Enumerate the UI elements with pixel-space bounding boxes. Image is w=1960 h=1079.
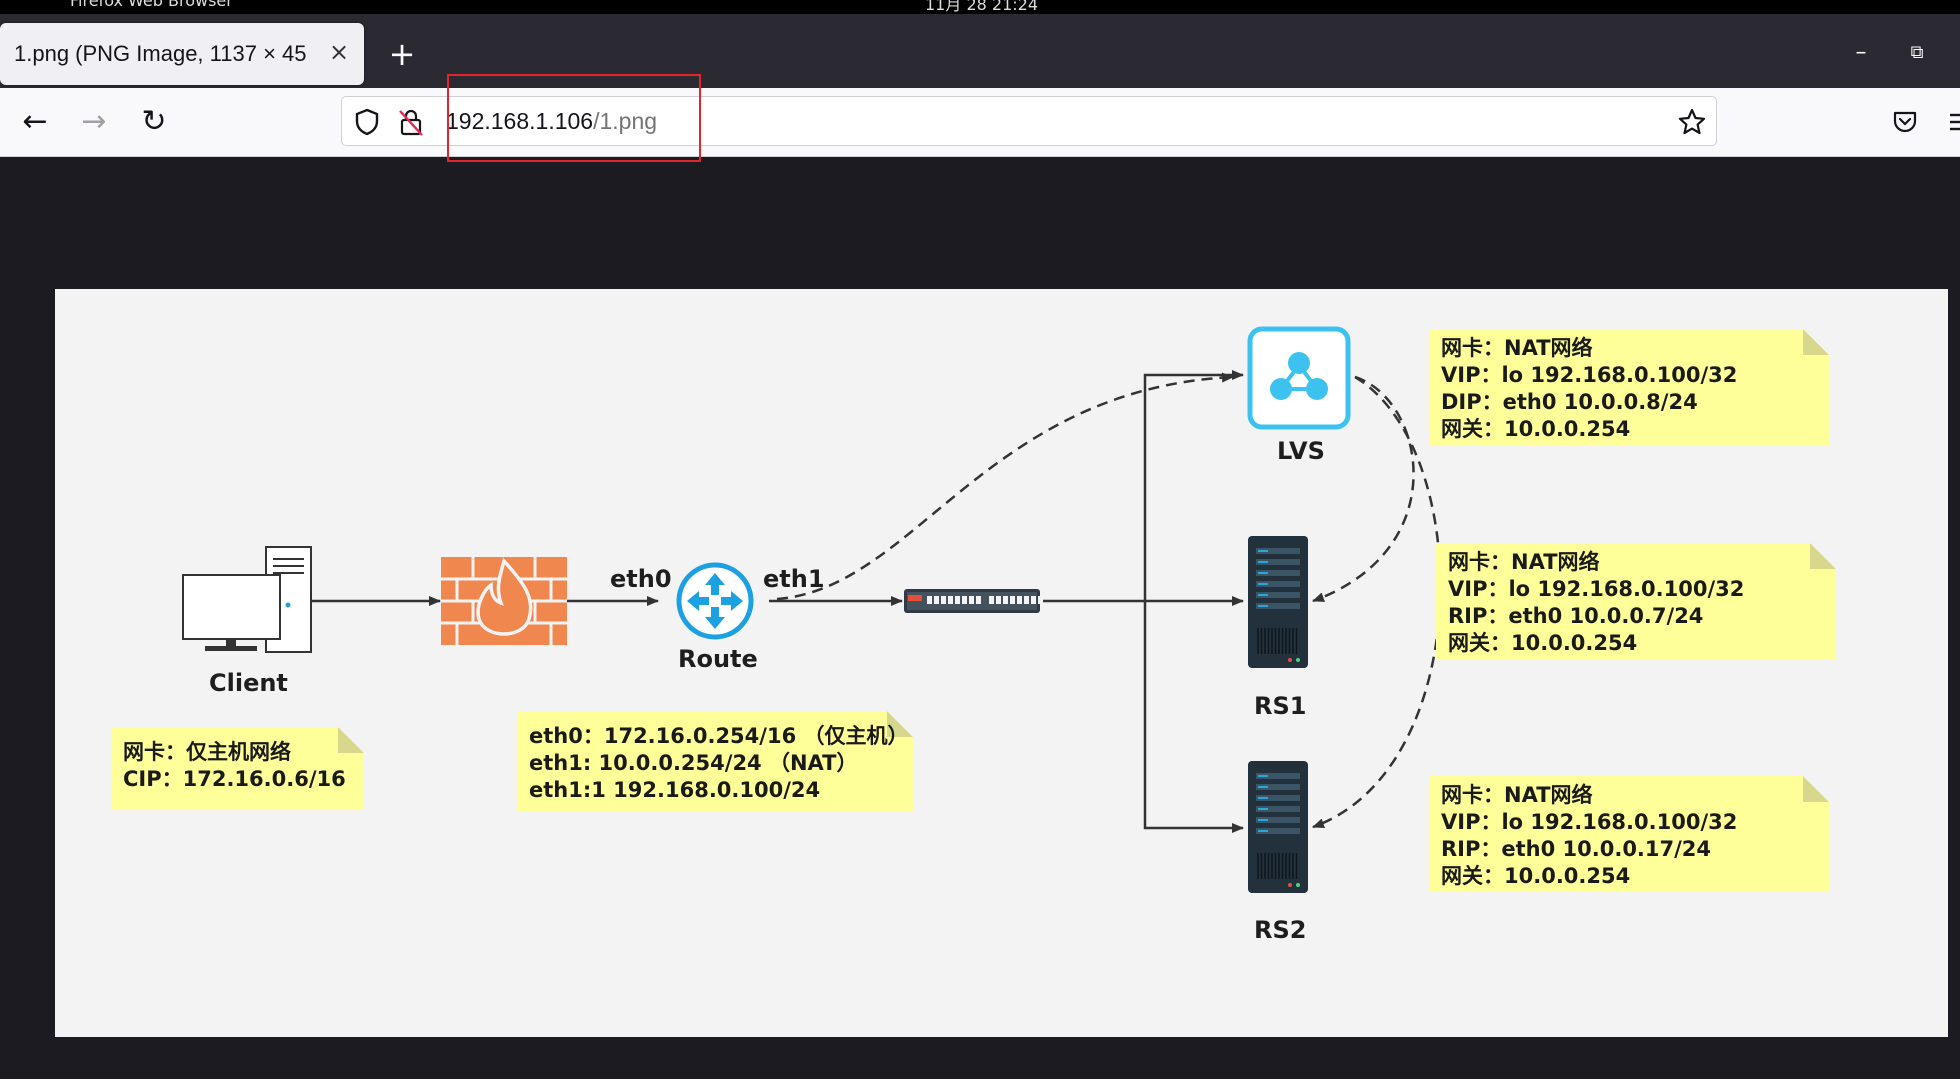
tab-title: 1.png (PNG Image, 1137 × 45 [14, 41, 307, 66]
insecure-lock-icon[interactable] [398, 107, 424, 137]
minimize-button[interactable]: – [1846, 40, 1876, 66]
tab-close-icon[interactable]: × [326, 37, 352, 67]
rs2-server-icon [1248, 761, 1308, 893]
client-note-line-2: CIP：172.16.0.6/16 [123, 767, 346, 791]
route-label: Route [678, 645, 758, 673]
lvs-note-line-2: VIP：lo 192.168.0.100/32 [1441, 363, 1738, 387]
lvs-icon [1247, 326, 1351, 430]
server-drive-led [1258, 830, 1268, 832]
rs1-server-icon [1248, 536, 1308, 668]
router-icon [676, 562, 754, 640]
switch-port [941, 596, 946, 604]
switch-port [1017, 596, 1022, 604]
rs2-note-line-2: VIP：lo 192.168.0.100/32 [1441, 810, 1738, 834]
rs2-note-line-1: 网卡：NAT网络 [1441, 783, 1593, 807]
route-note-line-1: eth0：172.16.0.254/16 （仅主机） [529, 724, 909, 748]
lvs-note-line-4: 网关：10.0.0.254 [1441, 417, 1631, 441]
eth0-label: eth0 [610, 565, 672, 593]
rs1-label: RS1 [1254, 692, 1307, 720]
switch-port [934, 596, 939, 604]
switch-port [1038, 596, 1043, 604]
server-drive-led [1258, 775, 1268, 777]
server-drive-led [1258, 550, 1268, 552]
switch-port [1010, 596, 1015, 604]
firewall-icon [441, 557, 567, 645]
switch-port [969, 596, 974, 604]
switch-port [927, 596, 932, 604]
server-drive-led [1258, 572, 1268, 574]
restore-button[interactable]: ⧉ [1902, 40, 1932, 66]
network-diagram: Client Route eth0 eth1 LVS RS1 RS2 网卡：仅主… [55, 289, 1948, 1037]
clock: 11月 28 21:24 [925, 0, 1039, 14]
rs2-label: RS2 [1254, 916, 1307, 944]
route-note-line-3: eth1:1 192.168.0.100/24 [529, 778, 821, 802]
server-status-led [1288, 883, 1292, 887]
route-note-line-2: eth1: 10.0.0.254/24 （NAT） [529, 751, 858, 775]
lvs-note: 网卡：NAT网络 VIP：lo 192.168.0.100/32 DIP：eth… [1429, 329, 1829, 445]
lvs-label: LVS [1277, 437, 1325, 465]
switch-port [948, 596, 953, 604]
switch-port [1024, 596, 1029, 604]
server-power-led [1296, 883, 1300, 887]
new-tab-button[interactable]: + [384, 36, 420, 72]
nav-bar: ← → ↻ 192.168.1.106/1.png [0, 88, 1960, 157]
route-note: eth0：172.16.0.254/16 （仅主机） eth1: 10.0.0.… [517, 711, 913, 812]
switch-port [996, 596, 1001, 604]
server-drive-led [1258, 605, 1268, 607]
switch-port [962, 596, 967, 604]
rs1-note-line-1: 网卡：NAT网络 [1448, 550, 1600, 574]
server-drive-led [1258, 583, 1268, 585]
rs1-note-line-4: 网关：10.0.0.254 [1448, 631, 1638, 655]
client-note: 网卡：仅主机网络 CIP：172.16.0.6/16 [111, 727, 364, 809]
client-note-line-1: 网卡：仅主机网络 [123, 740, 291, 764]
lvs-note-line-1: 网卡：NAT网络 [1441, 336, 1593, 360]
server-power-led [1296, 658, 1300, 662]
url-text[interactable]: 192.168.1.106/1.png [446, 108, 657, 135]
rs2-note-line-3: RIP：eth0 10.0.0.17/24 [1441, 837, 1712, 861]
system-top-bar: Firefox Web Browser 11月 28 21:24 [0, 0, 1960, 14]
switch-port [976, 596, 981, 604]
rs1-note-line-3: RIP：eth0 10.0.0.7/24 [1448, 604, 1704, 628]
switch-port [989, 596, 994, 604]
client-label: Client [209, 669, 288, 697]
menu-icon[interactable] [1950, 110, 1960, 134]
url-bar[interactable]: 192.168.1.106/1.png [341, 96, 1717, 146]
shield-icon[interactable] [354, 108, 380, 136]
rs1-note-line-2: VIP：lo 192.168.0.100/32 [1448, 577, 1745, 601]
switch-port [1031, 596, 1036, 604]
client-pc-icon [182, 546, 312, 653]
eth1-label: eth1 [763, 565, 825, 593]
bookmark-star-icon[interactable] [1678, 108, 1706, 136]
app-title: Firefox Web Browser [70, 0, 233, 10]
switch-icon [904, 589, 1043, 613]
rs2-note-line-4: 网关：10.0.0.254 [1441, 864, 1631, 888]
reload-button[interactable]: ↻ [132, 100, 176, 144]
pocket-icon[interactable] [1892, 109, 1918, 135]
url-path: /1.png [593, 108, 658, 134]
server-drive-led [1258, 594, 1268, 596]
server-drive-led [1258, 797, 1268, 799]
server-drive-led [1258, 808, 1268, 810]
back-button[interactable]: ← [13, 100, 57, 144]
url-host: 192.168.1.106 [446, 108, 594, 134]
server-drive-led [1258, 561, 1268, 563]
tab-strip: 1.png (PNG Image, 1137 × 45 × + – ⧉ [0, 14, 1960, 88]
tab-active[interactable]: 1.png (PNG Image, 1137 × 45 × [0, 23, 364, 85]
rs1-note: 网卡：NAT网络 VIP：lo 192.168.0.100/32 RIP：eth… [1436, 543, 1836, 659]
lvs-note-line-3: DIP：eth0 10.0.0.8/24 [1441, 390, 1698, 414]
server-drive-led [1258, 819, 1268, 821]
server-drive-led [1258, 786, 1268, 788]
switch-port [955, 596, 960, 604]
rs2-note: 网卡：NAT网络 VIP：lo 192.168.0.100/32 RIP：eth… [1429, 776, 1829, 892]
forward-button[interactable]: → [72, 100, 116, 144]
server-status-led [1288, 658, 1292, 662]
switch-port [1003, 596, 1008, 604]
